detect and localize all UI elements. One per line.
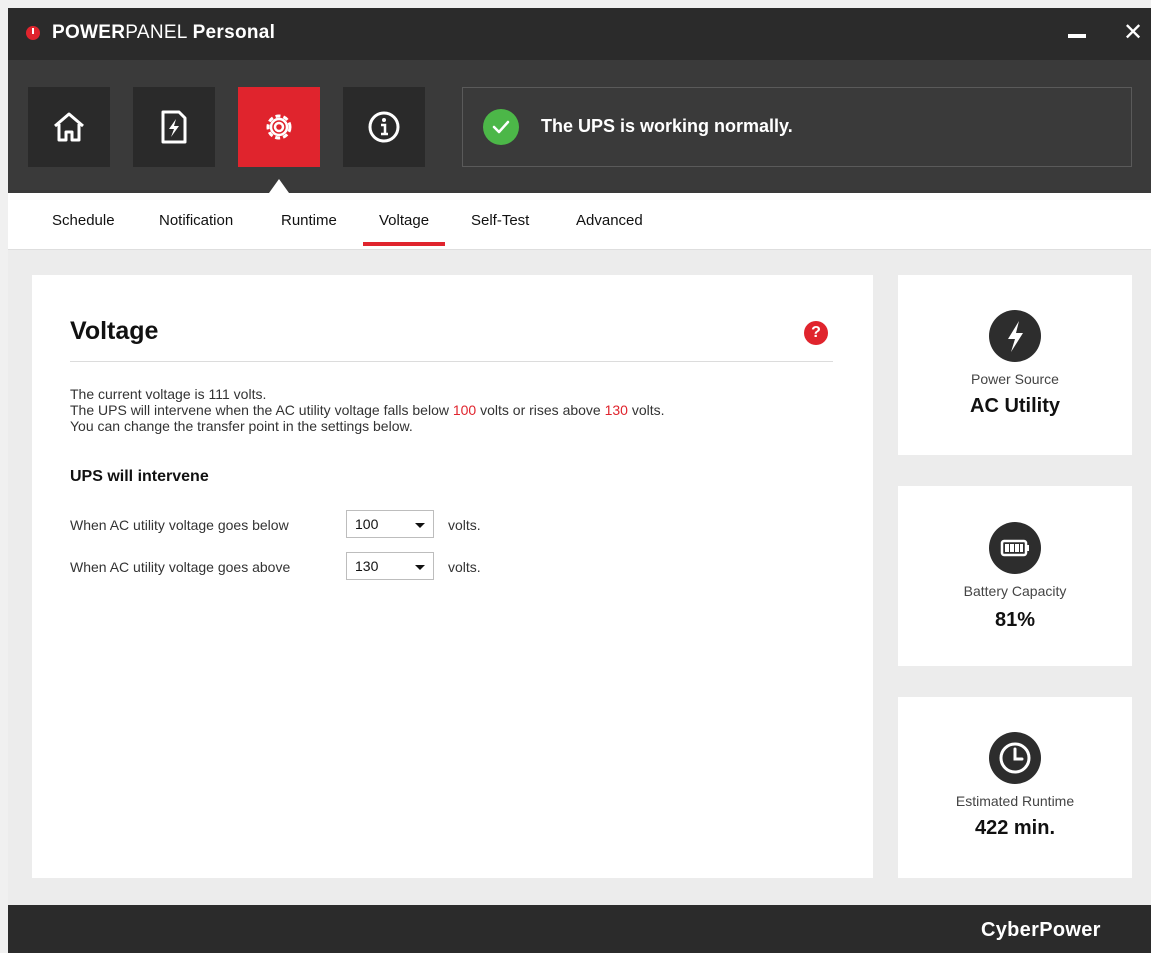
- app-title-power: POWER: [52, 22, 126, 43]
- page-title: Voltage: [70, 317, 159, 345]
- title-divider: [70, 361, 833, 362]
- close-button[interactable]: ✕: [1118, 18, 1148, 48]
- power-logo-icon: [26, 26, 40, 40]
- info-icon: [368, 111, 400, 143]
- check-circle-icon: [483, 109, 519, 145]
- high-threshold-unit: volts.: [448, 559, 481, 575]
- tab-runtime[interactable]: Runtime: [281, 212, 337, 229]
- section-title: UPS will intervene: [70, 468, 209, 485]
- help-icon[interactable]: ?: [804, 321, 828, 345]
- high-threshold-value: 130: [355, 558, 379, 574]
- main-nav: The UPS is working normally.: [8, 60, 1151, 193]
- lightning-icon: [989, 310, 1041, 362]
- footer-bar: CyberPower: [8, 905, 1151, 953]
- gear-icon: [266, 114, 292, 140]
- battery-icon: [989, 522, 1041, 574]
- estimated-runtime-label: Estimated Runtime: [955, 793, 1075, 809]
- nav-info-button[interactable]: [343, 87, 425, 167]
- minimize-button[interactable]: [1062, 18, 1092, 48]
- ups-status-box: The UPS is working normally.: [462, 87, 1132, 167]
- low-threshold-value: 100: [355, 516, 379, 532]
- desc-low-value: 100: [452, 402, 477, 418]
- app-title-suffix: Personal: [192, 22, 276, 43]
- app-title-panel: PANEL: [125, 22, 187, 43]
- desc-high-value: 130: [604, 402, 628, 418]
- tab-voltage[interactable]: Voltage: [362, 212, 446, 246]
- tab-self-test[interactable]: Self-Test: [471, 212, 529, 229]
- tab-advanced[interactable]: Advanced: [576, 212, 643, 229]
- estimated-runtime-value: 422 min.: [974, 817, 1056, 839]
- power-source-value: AC Utility: [970, 395, 1060, 417]
- low-threshold-unit: volts.: [448, 517, 481, 533]
- voltage-description: The current voltage is 111 volts. The UP…: [70, 386, 665, 434]
- battery-capacity-label: Battery Capacity: [963, 583, 1067, 599]
- desc-range-pre: The UPS will intervene when the AC utili…: [70, 402, 453, 418]
- nav-home-button[interactable]: [28, 87, 110, 167]
- desc-range-mid: volts or rises above: [476, 402, 605, 418]
- active-nav-pointer: [269, 179, 289, 193]
- settings-subtabs: Schedule Notification Runtime Voltage Se…: [8, 193, 1151, 250]
- desc-intervene-range: The UPS will intervene when the AC utili…: [70, 402, 665, 418]
- title-bar: POWERPANEL Personal ✕: [8, 8, 1151, 60]
- power-source-card: Power Source AC Utility: [898, 275, 1132, 455]
- home-icon: [54, 112, 84, 142]
- low-threshold-select[interactable]: 100: [346, 510, 434, 538]
- app-window: POWERPANEL Personal ✕ The UPS is working…: [8, 8, 1151, 953]
- high-threshold-label: When AC utility voltage goes above: [70, 559, 291, 575]
- high-threshold-select[interactable]: 130: [346, 552, 434, 580]
- desc-range-post: volts.: [627, 402, 665, 418]
- power-source-label: Power Source: [971, 371, 1059, 387]
- voltage-panel: Voltage ? The current voltage is 111 vol…: [32, 275, 873, 878]
- estimated-runtime-card: Estimated Runtime 422 min.: [898, 697, 1132, 878]
- low-threshold-label: When AC utility voltage goes below: [70, 517, 289, 533]
- chevron-down-icon: [415, 565, 425, 570]
- power-document-icon: [161, 110, 187, 144]
- chevron-down-icon: [415, 523, 425, 528]
- battery-capacity-value: 81%: [994, 609, 1036, 631]
- clock-icon: [989, 732, 1041, 784]
- cyberpower-logo: CyberPower: [981, 919, 1101, 941]
- battery-capacity-card: Battery Capacity 81%: [898, 486, 1132, 666]
- tab-schedule[interactable]: Schedule: [52, 212, 115, 229]
- ups-status-text: The UPS is working normally.: [541, 116, 793, 136]
- nav-status-button[interactable]: [133, 87, 215, 167]
- tab-notification[interactable]: Notification: [159, 212, 233, 229]
- app-title: POWERPANEL Personal: [52, 22, 275, 44]
- desc-current-voltage: The current voltage is 111 volts.: [70, 386, 267, 402]
- nav-settings-button[interactable]: [238, 87, 320, 167]
- desc-change-hint: You can change the transfer point in the…: [70, 418, 413, 434]
